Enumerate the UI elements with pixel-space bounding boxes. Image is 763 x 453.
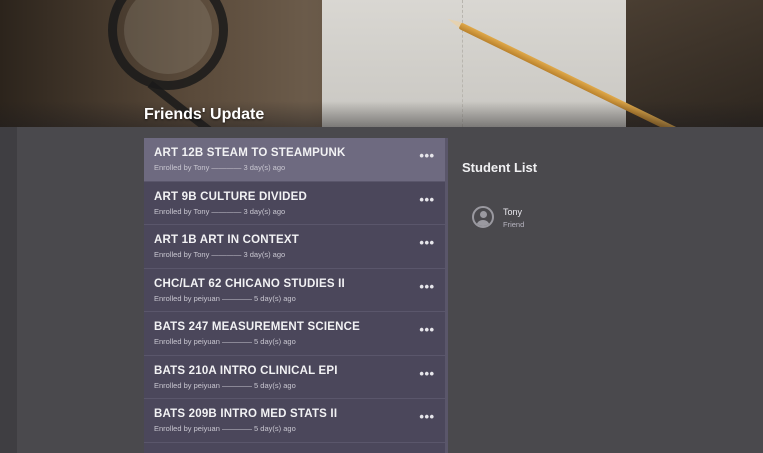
student-name[interactable]: Tony	[503, 207, 522, 217]
feed-item[interactable]: CHC/LAT 62 CHICANO STUDIES II Enrolled b…	[144, 268, 445, 312]
student-list-title: Student List	[462, 160, 538, 175]
more-options-button[interactable]: •••	[418, 280, 436, 295]
header-banner	[0, 0, 763, 127]
friends-update-feed: ART 12B STEAM TO STEAMPUNK Enrolled by T…	[144, 138, 448, 453]
more-options-button[interactable]: •••	[418, 149, 436, 164]
course-title[interactable]: ART 12B STEAM TO STEAMPUNK	[154, 147, 435, 159]
enrollment-meta: Enrolled by Tony ———— 3 day(s) ago	[154, 250, 286, 259]
enrollment-meta: Enrolled by Tony ———— 3 day(s) ago	[154, 163, 286, 172]
feed-item[interactable]: BATS 209B INTRO MED STATS II Enrolled by…	[144, 399, 445, 443]
feed-item[interactable]: BATS 247 MEASUREMENT SCIENCE Enrolled by…	[144, 312, 445, 356]
enrollment-meta: Enrolled by peiyuan ———— 5 day(s) ago	[154, 293, 296, 303]
more-options-button[interactable]: •••	[418, 193, 436, 208]
feed-item[interactable]: BATS 210A INTRO CLINICAL EPI Enrolled by…	[144, 355, 445, 399]
student-role: Friend	[503, 220, 525, 229]
more-options-button[interactable]: •••	[418, 410, 436, 425]
enrollment-meta: Enrolled by Tony ———— 3 day(s) ago	[154, 206, 286, 216]
left-sidebar-edge	[0, 127, 17, 453]
feed-item[interactable]: ART 12B STEAM TO STEAMPUNK Enrolled by T…	[144, 138, 445, 182]
more-options-button[interactable]: •••	[418, 367, 436, 382]
more-options-button[interactable]: •••	[418, 236, 436, 251]
enrollment-meta: Enrolled by peiyuan ———— 5 day(s) ago	[154, 424, 296, 433]
more-options-button[interactable]: •••	[418, 323, 436, 338]
course-title[interactable]: BATS 247 MEASUREMENT SCIENCE	[154, 321, 435, 333]
glasses-image	[108, 0, 228, 90]
student-list-panel: Student List Tony Friend	[462, 160, 742, 229]
feed-item[interactable]: ART 9B CULTURE DIVIDED Enrolled by Tony …	[144, 181, 445, 225]
course-title[interactable]: ART 1B ART IN CONTEXT	[154, 234, 435, 246]
person-icon	[472, 206, 494, 228]
enrollment-meta: Enrolled by peiyuan ———— 5 day(s) ago	[154, 337, 296, 346]
feed-item[interactable]: ART 1B ART IN CONTEXT Enrolled by Tony —…	[144, 225, 445, 269]
course-title[interactable]: BATS 209B INTRO MED STATS II	[154, 408, 435, 420]
course-title[interactable]: ART 9B CULTURE DIVIDED	[154, 191, 435, 203]
enrollment-meta: Enrolled by peiyuan ———— 5 day(s) ago	[154, 380, 296, 390]
course-title[interactable]: BATS 210A INTRO CLINICAL EPI	[154, 365, 435, 377]
student-list-item[interactable]: Tony Friend	[472, 206, 672, 236]
page-title: Friends' Update	[144, 106, 265, 123]
course-title[interactable]: CHC/LAT 62 CHICANO STUDIES II	[154, 278, 435, 290]
